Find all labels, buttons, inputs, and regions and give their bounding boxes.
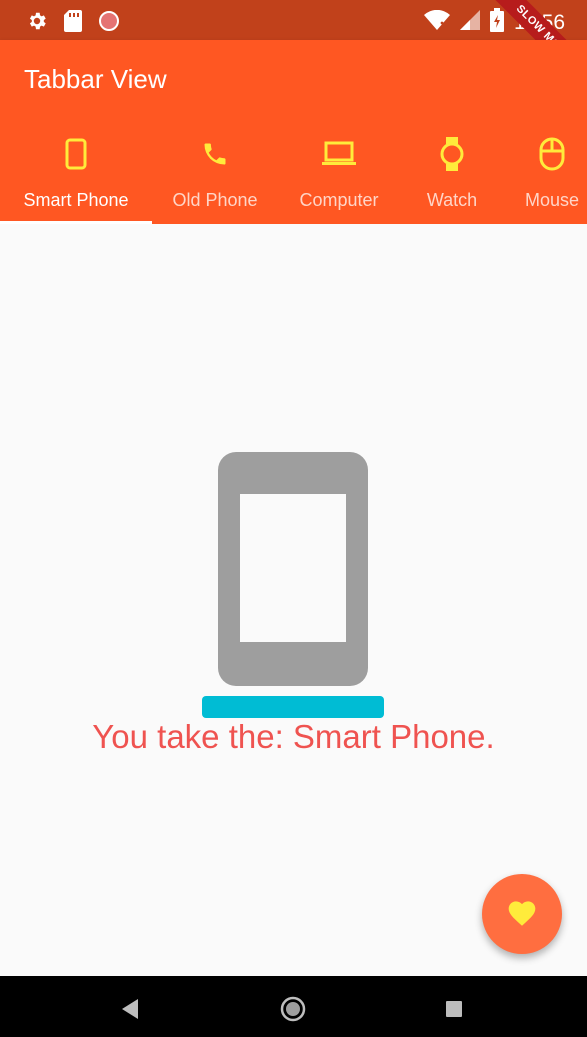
status-bar: 11:56 SLOW MODE — [0, 0, 587, 101]
tab-label: Computer — [299, 190, 379, 210]
accent-bar — [202, 696, 384, 718]
heart-icon — [506, 897, 538, 932]
app-bar: Tabbar View Smart Phone Old Phone Comput… — [0, 40, 587, 224]
smartphone-icon — [218, 452, 368, 691]
smartphone-icon — [65, 134, 87, 174]
home-icon[interactable] — [280, 996, 306, 1027]
mouse-icon — [539, 134, 565, 174]
tab-bar: Smart Phone Old Phone Computer Watch Mou — [0, 126, 587, 224]
selection-message: You take the: Smart Phone. — [92, 718, 495, 755]
tab-label: Mouse — [524, 190, 580, 210]
tab-computer[interactable]: Computer — [278, 126, 400, 224]
back-icon[interactable] — [120, 998, 140, 1025]
favorite-button[interactable] — [482, 874, 562, 954]
tab-label: Old Phone — [172, 190, 258, 210]
tab-mouse[interactable]: Mouse — [504, 126, 587, 224]
record-icon — [98, 10, 120, 37]
phone-icon — [201, 134, 229, 174]
battery-icon — [490, 8, 504, 37]
page-title: Tabbar View — [24, 64, 167, 94]
tab-watch[interactable]: Watch — [400, 126, 504, 224]
tab-content: You take the: Smart Phone. — [0, 224, 587, 976]
tab-label: Smart Phone — [23, 190, 129, 210]
sd-card-icon — [64, 10, 82, 37]
watch-icon — [439, 134, 465, 174]
wifi-icon — [424, 9, 450, 35]
tab-old-phone[interactable]: Old Phone — [152, 126, 278, 224]
tab-smart-phone[interactable]: Smart Phone — [0, 126, 152, 224]
system-navigation-bar — [0, 976, 587, 1037]
gear-icon — [26, 10, 48, 37]
laptop-icon — [321, 134, 357, 174]
signal-icon — [460, 10, 480, 35]
recents-icon[interactable] — [445, 1000, 463, 1023]
tab-label: Watch — [426, 190, 478, 210]
